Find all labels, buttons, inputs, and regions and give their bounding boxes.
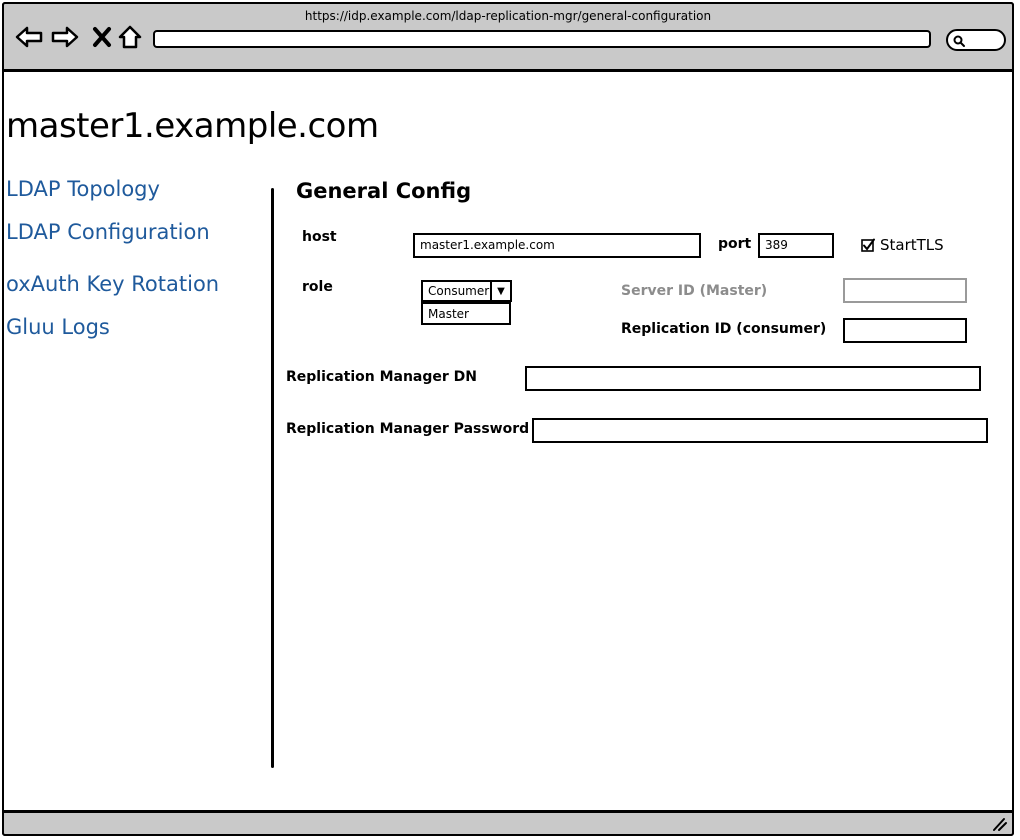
host-label: host (302, 229, 337, 245)
checkbox-checked-icon[interactable] (861, 238, 876, 253)
search-box[interactable] (946, 29, 1006, 51)
sidebar-item-gluu-logs[interactable]: Gluu Logs (6, 315, 110, 339)
replication-id-label: Replication ID (consumer) (621, 321, 827, 337)
server-id-label: Server ID (Master) (621, 283, 768, 299)
role-selected-value: Consumer (428, 284, 490, 298)
forward-arrow-icon[interactable] (50, 22, 80, 52)
starttls-checkbox[interactable]: StartTLS (861, 236, 944, 254)
sidebar-item-ldap-configuration[interactable]: LDAP Configuration (6, 220, 210, 244)
page-title: master1.example.com (6, 106, 379, 146)
resize-grip-icon[interactable] (990, 816, 1008, 832)
role-label: role (302, 279, 333, 295)
sidebar-item-ldap-topology[interactable]: LDAP Topology (6, 177, 160, 201)
dropdown-arrow-icon[interactable]: ▼ (490, 282, 510, 300)
role-select[interactable]: Consumer ▼ (421, 280, 512, 302)
replication-id-input[interactable] (843, 318, 967, 343)
home-icon[interactable] (116, 22, 146, 52)
port-input[interactable]: 389 (758, 233, 834, 258)
role-option-master[interactable]: Master (421, 302, 511, 325)
manager-dn-label: Replication Manager DN (286, 369, 478, 385)
port-label: port (718, 236, 752, 252)
manager-password-label: Replication Manager Password (286, 421, 530, 437)
host-input[interactable]: master1.example.com (413, 233, 701, 258)
close-icon[interactable] (88, 22, 118, 52)
starttls-label: StartTLS (880, 236, 944, 254)
url-text: https://idp.example.com/ldap-replication… (304, 9, 712, 23)
address-bar[interactable] (153, 30, 931, 48)
manager-password-input[interactable] (532, 418, 988, 443)
server-id-input[interactable] (843, 278, 967, 303)
sidebar-divider (271, 188, 274, 768)
search-icon (953, 35, 965, 47)
section-title: General Config (296, 179, 472, 203)
status-bar (2, 810, 1014, 836)
sidebar-item-oxauth-key-rotation[interactable]: oxAuth Key Rotation (6, 272, 219, 296)
manager-dn-input[interactable] (525, 366, 981, 391)
back-arrow-icon[interactable] (14, 22, 44, 52)
